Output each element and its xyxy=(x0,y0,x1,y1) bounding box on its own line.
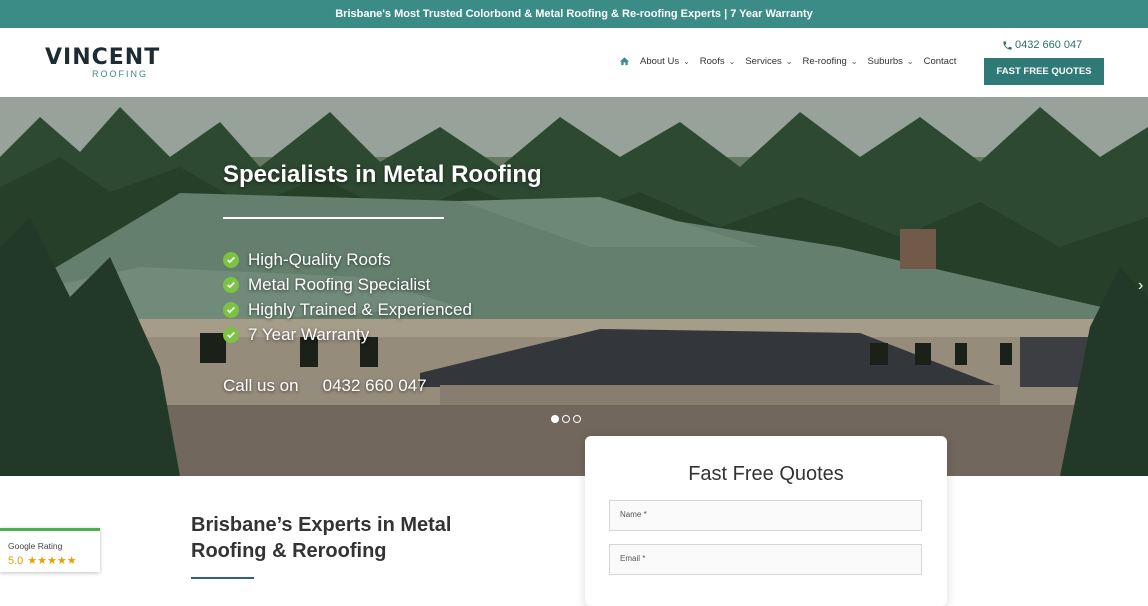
nav-item-label: Contact xyxy=(923,56,957,67)
feature-label: 7 Year Warranty xyxy=(248,324,370,344)
star-rating-icon: ★★★★★ xyxy=(27,555,77,567)
chevron-down-icon: ⌄ xyxy=(850,57,858,66)
hero-divider xyxy=(223,217,444,219)
cta-label: FAST FREE QUOTES xyxy=(996,66,1092,77)
nav-item-suburbs[interactable]: Suburbs ⌄ xyxy=(868,56,914,67)
hero-call-line[interactable]: Call us on 0432 660 047 xyxy=(223,376,427,396)
chevron-down-icon: ⌄ xyxy=(683,57,690,66)
feature-item: High-Quality Roofs xyxy=(223,247,472,272)
slider-dot[interactable] xyxy=(562,415,570,423)
main-nav: About Us ⌄ Roofs ⌄ Services ⌄ Re-roofing ⌄ S… xyxy=(619,56,966,67)
feature-label: High-Quality Roofs xyxy=(248,249,391,269)
google-rating-badge[interactable]: Google Rating 5.0 ★★★★★ xyxy=(0,528,100,572)
nav-item-label: Roofs xyxy=(699,56,725,67)
site-header: VINCENT ROOFING 0432 660 047 About Us ⌄ R… xyxy=(0,28,1148,98)
hero-title: Specialists in Metal Roofing xyxy=(223,161,542,188)
call-number: 0432 660 047 xyxy=(322,376,427,395)
nav-item-contact[interactable]: Contact xyxy=(924,56,957,67)
check-icon xyxy=(223,301,239,318)
logo[interactable]: VINCENT ROOFING xyxy=(45,45,159,83)
call-prefix: Call us on xyxy=(223,376,299,395)
nav-item-services[interactable]: Services ⌄ xyxy=(745,56,792,67)
next-slide-icon[interactable]: › xyxy=(1138,277,1143,295)
announcement-bar: Brisbane's Most Trusted Colorbond & Meta… xyxy=(0,0,1148,28)
slider-dots xyxy=(551,415,581,423)
header-phone-number: 0432 660 047 xyxy=(1015,39,1083,51)
chevron-down-icon: ⌄ xyxy=(785,57,793,66)
feature-item: Highly Trained & Experienced xyxy=(223,297,472,322)
check-icon xyxy=(223,326,239,343)
logo-wordmark: VINCENT xyxy=(45,45,161,70)
logo-tagline: ROOFING xyxy=(92,69,148,79)
google-rating-score-row: 5.0 ★★★★★ xyxy=(8,554,77,568)
header-phone[interactable]: 0432 660 047 xyxy=(1002,39,1082,51)
feature-item: 7 Year Warranty xyxy=(223,322,472,347)
nav-item-label: Re-roofing xyxy=(802,56,847,67)
nav-item-roofs[interactable]: Roofs ⌄ xyxy=(700,56,736,67)
quote-form-title: Fast Free Quotes xyxy=(688,463,844,485)
phone-icon xyxy=(1003,40,1012,50)
nav-item-label: Suburbs xyxy=(867,56,903,67)
name-field[interactable]: Name * xyxy=(609,500,922,531)
nav-item-label: About Us xyxy=(640,56,680,67)
google-rating-label: Google Rating xyxy=(8,541,63,551)
announcement-text: Brisbane's Most Trusted Colorbond & Meta… xyxy=(335,8,813,20)
fast-free-quotes-button[interactable]: FAST FREE QUOTES xyxy=(984,58,1104,85)
email-field[interactable]: Email * xyxy=(609,544,922,575)
intro-heading: Brisbane’s Experts in Metal Roofing & Re… xyxy=(191,514,452,562)
slider-dot[interactable] xyxy=(573,415,581,423)
slider-dot[interactable] xyxy=(551,415,559,423)
hero-slider: Specialists in Metal Roofing High-Qualit… xyxy=(0,97,1148,476)
feature-item: Metal Roofing Specialist xyxy=(223,272,472,297)
chevron-down-icon: ⌄ xyxy=(728,57,736,66)
check-icon xyxy=(223,251,239,268)
google-rating-score: 5.0 xyxy=(8,554,24,567)
check-icon xyxy=(223,276,239,293)
feature-label: Metal Roofing Specialist xyxy=(248,274,431,294)
nav-item-reroofing[interactable]: Re-roofing ⌄ xyxy=(802,56,857,67)
nav-item-about[interactable]: About Us ⌄ xyxy=(640,56,690,67)
nav-item-label: Services xyxy=(745,56,782,67)
phone-icon xyxy=(306,381,316,391)
hero-feature-list: High-Quality Roofs Metal Roofing Special… xyxy=(223,247,472,347)
intro-divider xyxy=(191,577,254,579)
chevron-down-icon: ⌄ xyxy=(906,57,914,66)
home-icon[interactable] xyxy=(619,56,630,67)
feature-label: Highly Trained & Experienced xyxy=(248,299,472,319)
quote-form-card: Fast Free Quotes Name * Email * xyxy=(585,436,947,606)
